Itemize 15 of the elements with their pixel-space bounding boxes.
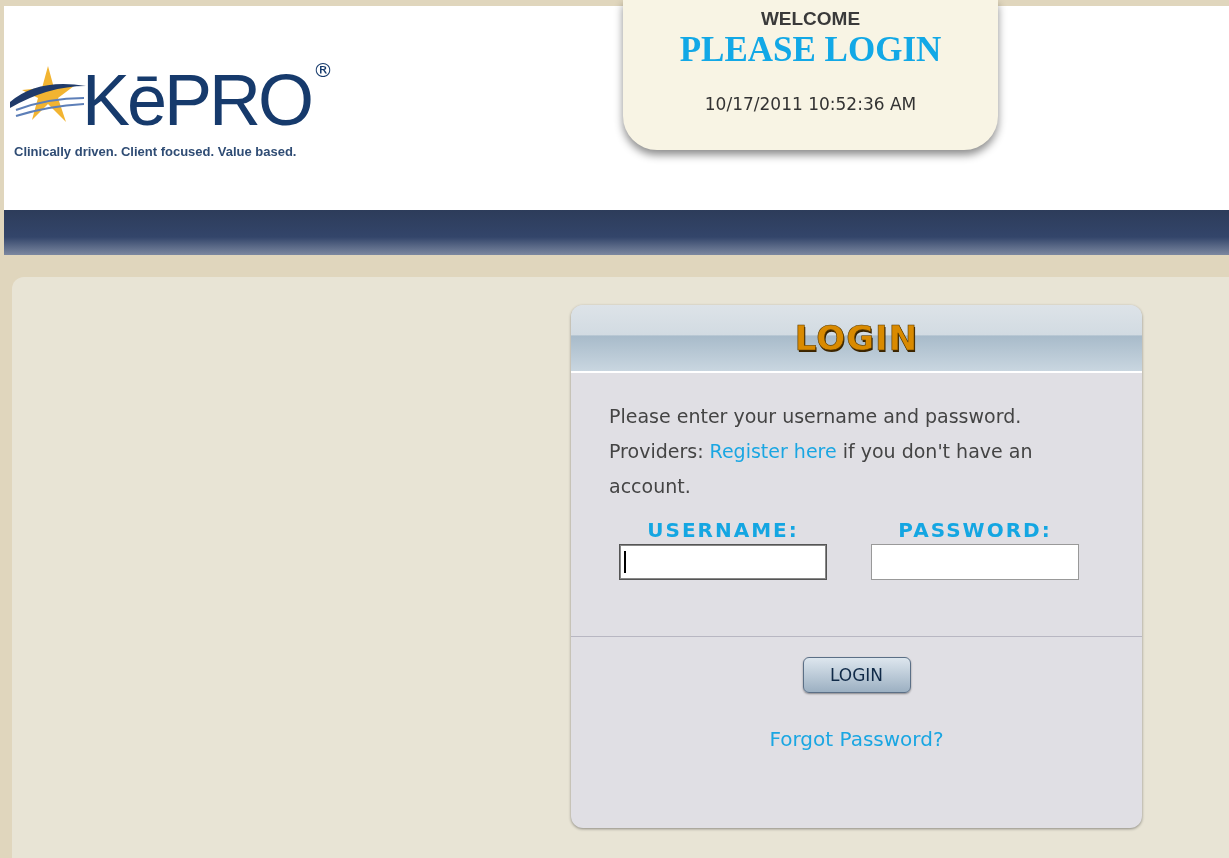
forgot-password-link[interactable]: Forgot Password? [769, 727, 944, 751]
input-field[interactable] [871, 544, 1079, 580]
welcome-text: WELCOME [760, 8, 861, 30]
login-title: LOGIN [794, 318, 919, 358]
field-label: USERNAME: [647, 518, 799, 542]
field-label: PASSWORD: [898, 518, 1052, 542]
login-button[interactable]: LOGIN [802, 657, 911, 693]
please-login-title: PLEASE LOGIN [679, 30, 942, 70]
input-field[interactable] [619, 544, 827, 580]
logo-wordmark: KēPRO [82, 60, 312, 140]
login-instructions: Please enter your username and password. Providers: Register here if you don't have an account. [609, 404, 1034, 499]
date-time: 10/17/2011 10:52:36 AM [704, 94, 917, 114]
registered-mark: ® [313, 58, 334, 82]
logo-tagline: Clinically driven. Client focused. Value based. [14, 144, 298, 159]
register-link[interactable]: Register here [709, 440, 837, 462]
